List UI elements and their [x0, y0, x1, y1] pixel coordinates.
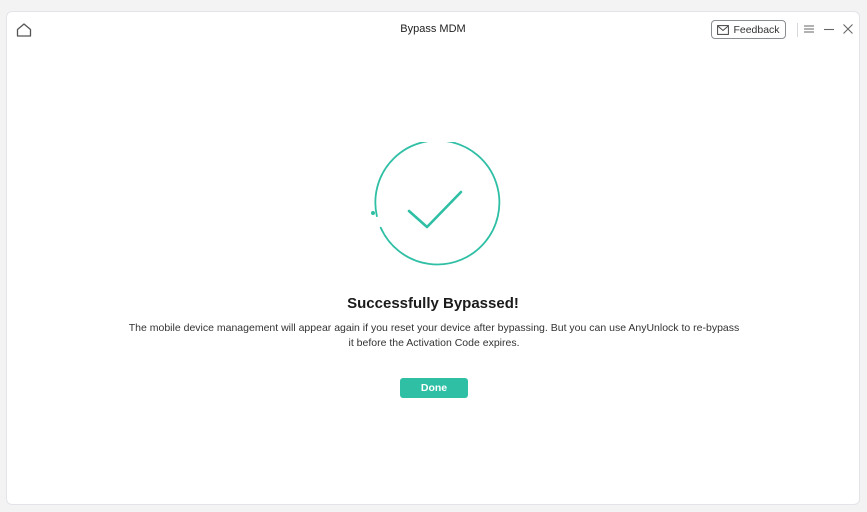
app-window: Bypass MDM Feedback Successfully Bypasse…	[6, 11, 860, 505]
title-bar: Bypass MDM Feedback	[7, 12, 859, 48]
success-headline: Successfully Bypassed!	[347, 295, 519, 312]
feedback-label: Feedback	[733, 23, 780, 36]
toolbar-divider	[797, 23, 798, 37]
close-icon[interactable]	[841, 22, 855, 36]
done-button[interactable]: Done	[400, 378, 468, 398]
minimize-icon[interactable]	[822, 22, 836, 36]
feedback-button[interactable]: Feedback	[711, 20, 786, 39]
mail-icon	[717, 24, 730, 35]
menu-icon[interactable]	[802, 22, 816, 36]
check-circle-icon	[367, 139, 503, 278]
success-message: The mobile device management will appear…	[128, 322, 740, 349]
